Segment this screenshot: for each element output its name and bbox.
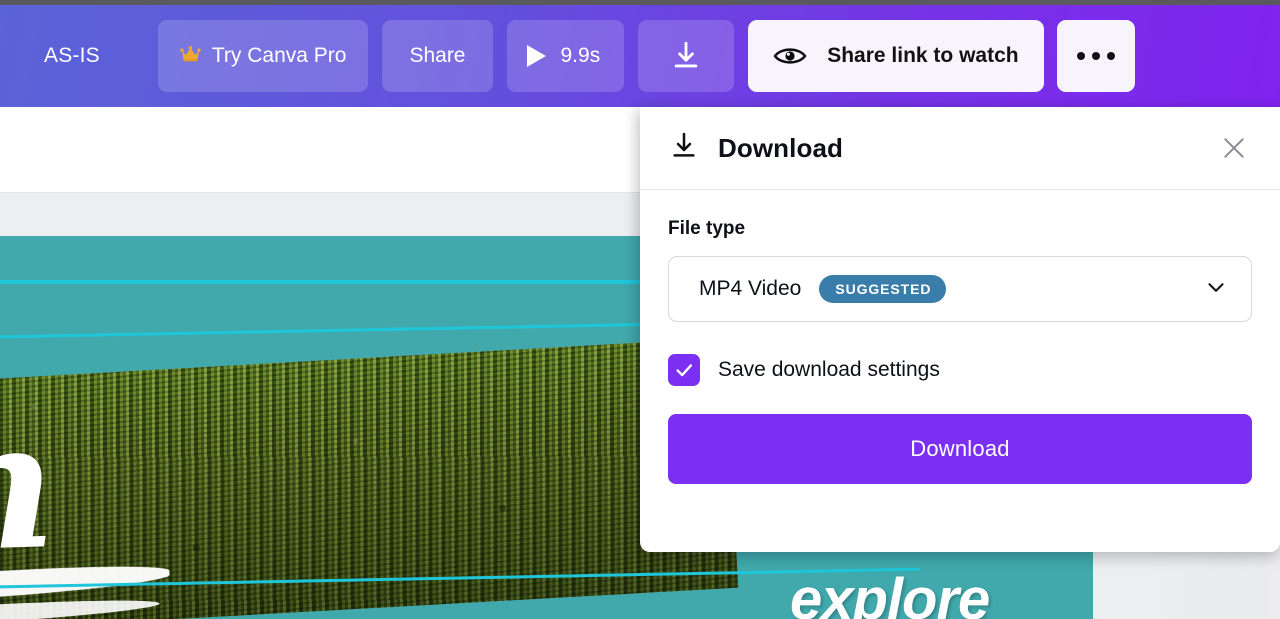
save-download-settings-row[interactable]: Save download settings (668, 354, 1252, 386)
download-submit-button[interactable]: Download (668, 414, 1252, 484)
download-icon (669, 39, 703, 73)
file-type-label: File type (668, 218, 746, 239)
suggested-badge: SUGGESTED (819, 275, 947, 303)
canva-editor-window: AS-IS Try Canva Pro Share 9.9s Share lin… (0, 0, 1280, 619)
file-type-selected-value: MP4 Video (699, 277, 802, 300)
chevron-down-icon (1203, 274, 1229, 305)
crown-icon (180, 45, 201, 67)
download-panel-body: File type MP4 Video SUGGESTED Save downl… (640, 190, 1280, 484)
eye-icon (773, 44, 807, 68)
file-type-select[interactable]: MP4 Video SUGGESTED (668, 256, 1252, 322)
play-preview-button[interactable]: 9.9s (506, 20, 625, 92)
explore-text[interactable]: explore (790, 566, 990, 619)
share-button[interactable]: Share (382, 20, 493, 92)
close-icon[interactable] (1218, 132, 1250, 164)
play-icon (526, 45, 546, 67)
download-panel-title: Download (718, 132, 844, 163)
try-canva-pro-button[interactable]: Try Canva Pro (157, 20, 369, 92)
editor-top-bar: AS-IS Try Canva Pro Share 9.9s Share lin… (0, 5, 1280, 107)
share-button-label: Share (409, 44, 466, 67)
download-icon (668, 130, 700, 167)
share-link-to-watch-label: Share link to watch (827, 44, 1019, 67)
download-panel-header: Download (640, 107, 1280, 190)
design-title[interactable]: AS-IS (44, 44, 100, 68)
duration-label: 9.9s (560, 44, 601, 67)
save-download-settings-label: Save download settings (718, 358, 940, 381)
ellipsis-icon-dot-2 (1091, 52, 1100, 60)
try-canva-pro-label: Try Canva Pro (211, 44, 347, 67)
save-download-settings-checkbox[interactable] (668, 354, 700, 386)
download-toolbar-button[interactable] (638, 20, 735, 92)
download-panel: Download File type MP4 Video SUGGESTED S… (640, 107, 1280, 552)
script-headline-text[interactable]: awan (0, 381, 54, 602)
share-link-to-watch-button[interactable]: Share link to watch (748, 20, 1044, 92)
more-options-button[interactable] (1056, 20, 1135, 92)
ellipsis-icon-dot-3 (1106, 52, 1115, 60)
ellipsis-icon (1076, 52, 1085, 60)
